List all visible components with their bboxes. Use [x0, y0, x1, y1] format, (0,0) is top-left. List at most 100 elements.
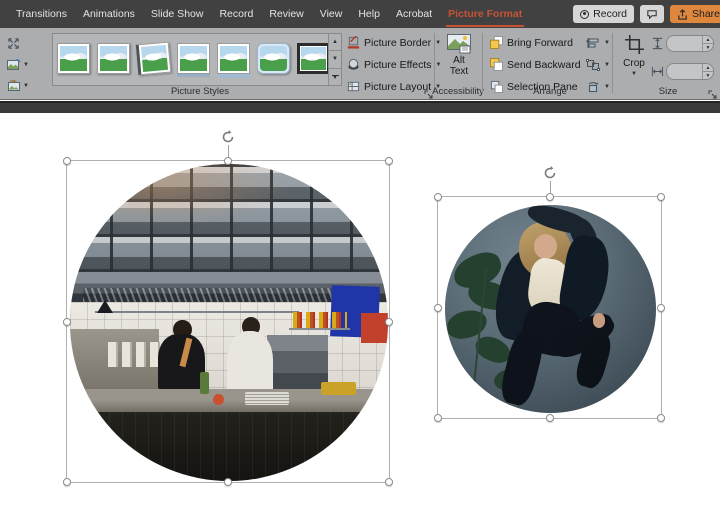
selection-handle[interactable] [385, 318, 393, 326]
gallery-scroll-down-button[interactable]: ▼ [329, 51, 341, 68]
picture-style-thumb-7[interactable] [297, 43, 330, 76]
height-spinner[interactable]: ▲▼ [702, 36, 713, 51]
group-objects-button[interactable]: ▼ [586, 56, 610, 73]
align-objects-button[interactable]: ▼ [586, 34, 610, 51]
selection-handle[interactable] [546, 414, 554, 422]
share-label: Share [692, 8, 720, 20]
spin-down-icon[interactable]: ▼ [703, 44, 713, 51]
selection-handle[interactable] [434, 304, 442, 312]
slide-canvas[interactable] [0, 113, 720, 524]
align-objects-icon [586, 37, 600, 49]
kitchen-image-selection[interactable] [66, 160, 390, 483]
arrange-group-label: Arrange [500, 86, 600, 97]
kitchen-yellow-tray [321, 382, 356, 395]
selection-handle[interactable] [434, 193, 442, 201]
record-button[interactable]: Record [573, 5, 634, 23]
width-spinner[interactable]: ▲▼ [702, 64, 713, 79]
bring-forward-label: Bring Forward [507, 37, 573, 49]
tab-acrobat[interactable]: Acrobat [388, 0, 440, 28]
tab-help[interactable]: Help [350, 0, 388, 28]
ribbon-tab-bar: Transitions Animations Slide Show Record… [0, 0, 720, 28]
accessibility-group-label: Accessibility [430, 86, 486, 97]
portrait-image[interactable] [445, 205, 656, 413]
selection-handle[interactable] [657, 304, 665, 312]
selection-handle[interactable] [434, 414, 442, 422]
picture-border-button[interactable]: Picture Border ▼ [347, 34, 441, 51]
tab-slide-show[interactable]: Slide Show [143, 0, 212, 28]
selection-handle[interactable] [224, 478, 232, 486]
picture-styles-gallery: ▲ ▼ ▼ [52, 33, 342, 86]
kitchen-image[interactable] [70, 164, 388, 481]
picture-style-thumb-5[interactable] [217, 43, 250, 76]
powerpoint-window: Transitions Animations Slide Show Record… [0, 0, 720, 524]
selection-handle[interactable] [385, 157, 393, 165]
send-backward-label: Send Backward [507, 59, 581, 71]
alt-text-label-2: Text [450, 66, 468, 77]
group-objects-icon [586, 59, 600, 71]
shape-height-field[interactable]: ▲▼ [666, 35, 714, 52]
alt-text-button[interactable]: Alt Text [440, 33, 478, 85]
comments-button[interactable] [640, 5, 664, 23]
spin-up-icon[interactable]: ▲ [703, 64, 713, 72]
shape-height-input[interactable] [667, 36, 702, 51]
picture-effects-button[interactable]: Picture Effects ▼ [347, 56, 441, 73]
gallery-scroll-up-button[interactable]: ▲ [329, 34, 341, 51]
send-backward-icon [490, 58, 503, 71]
selection-handle[interactable] [657, 414, 665, 422]
reset-picture-icon [7, 80, 21, 92]
picture-style-thumb-4[interactable] [177, 43, 210, 76]
bring-forward-button[interactable]: Bring Forward ▼ [490, 34, 591, 51]
shape-width-field[interactable]: ▲▼ [666, 63, 714, 80]
size-dialog-launcher[interactable] [708, 87, 718, 97]
spin-up-icon[interactable]: ▲ [703, 36, 713, 44]
dropdown-arrow: ▼ [604, 40, 610, 46]
style-shadow-blue [177, 43, 210, 74]
kitchen-equipment [267, 335, 327, 389]
selection-handle[interactable] [385, 478, 393, 486]
shape-width-input[interactable] [667, 64, 702, 79]
selection-handle[interactable] [63, 318, 71, 326]
kitchen-containers [108, 342, 162, 367]
style-reflection [217, 43, 250, 74]
woman-face [534, 234, 557, 259]
gallery-more-button[interactable]: ▼ [329, 69, 341, 85]
style-rounded-blue [257, 43, 290, 74]
crop-button[interactable]: Crop ▼ [618, 35, 650, 77]
selection-handle[interactable] [63, 478, 71, 486]
compress-pictures-button[interactable] [7, 35, 37, 52]
reset-picture-button[interactable]: ▼ [7, 77, 37, 94]
rotate-handle[interactable] [220, 129, 236, 145]
shape-width-icon[interactable] [651, 65, 664, 78]
send-backward-button[interactable]: Send Backward ▼ [490, 56, 597, 73]
tab-review[interactable]: Review [261, 0, 311, 28]
kitchen-plate-stack [245, 392, 290, 405]
kitchen-shelf [289, 328, 349, 330]
picture-style-thumb-1[interactable] [57, 43, 90, 76]
spin-down-icon[interactable]: ▼ [703, 72, 713, 79]
ribbon-tabs: Transitions Animations Slide Show Record… [0, 0, 530, 28]
selection-handle[interactable] [657, 193, 665, 201]
picture-style-thumb-2[interactable] [97, 43, 130, 76]
tab-record[interactable]: Record [211, 0, 261, 28]
kitchen-tomato [213, 394, 224, 405]
change-picture-button[interactable]: ▼ [7, 56, 37, 73]
picture-style-thumb-3[interactable] [137, 43, 170, 76]
style-white-frame [57, 43, 90, 74]
picture-style-thumb-6[interactable] [257, 43, 290, 76]
alt-text-label-1: Alt [453, 55, 465, 66]
tab-animations[interactable]: Animations [75, 0, 143, 28]
dropdown-arrow: ▼ [23, 62, 29, 68]
tab-view[interactable]: View [312, 0, 351, 28]
picture-styles-group-label: Picture Styles [120, 86, 280, 97]
tab-picture-format[interactable]: Picture Format [440, 0, 530, 28]
share-button[interactable]: Share [670, 5, 720, 23]
tab-transitions[interactable]: Transitions [8, 0, 75, 28]
selection-handle[interactable] [224, 157, 232, 165]
shape-height-icon[interactable] [651, 37, 664, 50]
selection-handle[interactable] [546, 193, 554, 201]
style-rotated-metal [136, 42, 172, 76]
portrait-image-selection[interactable] [437, 196, 662, 419]
rotate-handle[interactable] [542, 165, 558, 181]
record-icon [580, 10, 589, 19]
selection-handle[interactable] [63, 157, 71, 165]
